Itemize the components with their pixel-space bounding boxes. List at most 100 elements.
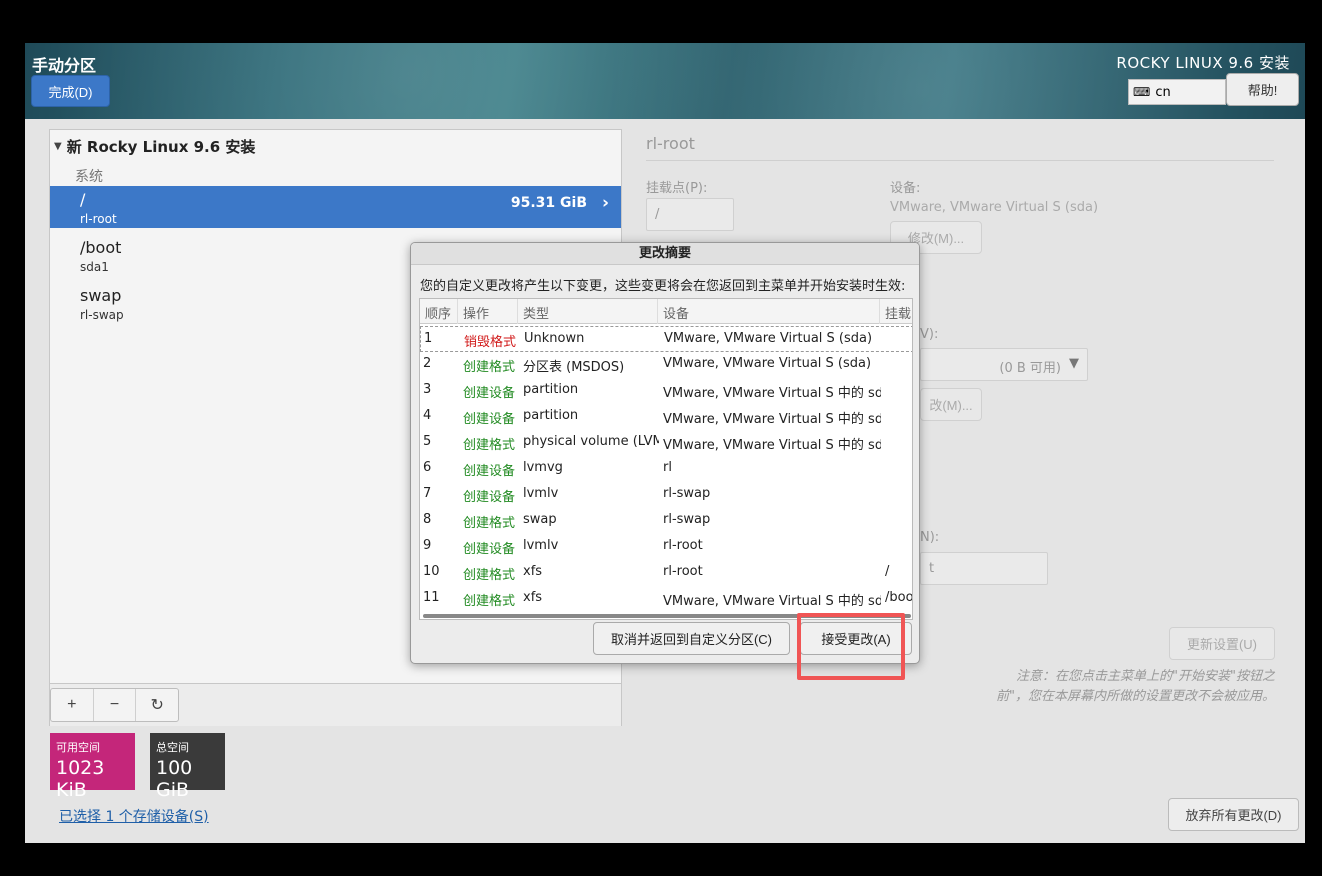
- cell-action: 创建格式: [463, 516, 516, 531]
- cell-device: rl-root: [663, 564, 703, 579]
- cell-device: VMware, VMware Virtual S 中的 sda2: [663, 438, 881, 453]
- modify-volume-group-button[interactable]: 改(M)...: [920, 388, 982, 421]
- cell-action: 创建格式: [463, 360, 516, 375]
- table-row[interactable]: 8 创建格式 swap rl-swap: [420, 508, 912, 534]
- cell-device: VMware, VMware Virtual S 中的 sda1: [663, 594, 881, 609]
- discard-all-changes-button[interactable]: 放弃所有更改(D): [1168, 798, 1299, 831]
- summary-of-changes-dialog: 更改摘要 您的自定义更改将产生以下变更，这些变更将会在您返回到主菜单并开始安装时…: [410, 242, 920, 664]
- table-row[interactable]: 7 创建设备 lvmlv rl-swap: [420, 482, 912, 508]
- spoke-title: 手动分区: [32, 56, 97, 75]
- column-header-order[interactable]: 顺序: [420, 299, 458, 324]
- mount-point-size: 95.31 GiB: [510, 195, 587, 211]
- cell-mount: /: [885, 564, 890, 579]
- cell-type: xfs: [523, 564, 543, 579]
- cell-order: 4: [423, 408, 432, 423]
- cell-device: rl-swap: [663, 486, 711, 501]
- cell-action: 创建格式: [463, 438, 516, 453]
- update-settings-button[interactable]: 更新设置(U): [1169, 627, 1275, 660]
- cell-device: VMware, VMware Virtual S 中的 sda2: [663, 412, 881, 427]
- install-heading[interactable]: ▼ 新 Rocky Linux 9.6 安装: [54, 136, 255, 157]
- mount-point-label: /: [80, 190, 86, 209]
- table-row[interactable]: 1 销毁格式 Unknown VMware, VMware Virtual S (sd…: [420, 326, 912, 352]
- name-field[interactable]: t: [920, 552, 1048, 585]
- cell-type: Unknown: [524, 331, 585, 346]
- dialog-title: 更改摘要: [411, 243, 919, 265]
- cell-type: partition: [523, 382, 579, 397]
- cell-action: 创建设备: [463, 542, 516, 557]
- cell-device: VMware, VMware Virtual S (sda): [664, 331, 873, 346]
- cell-order: 3: [423, 382, 432, 397]
- cell-order: 2: [423, 356, 432, 371]
- cell-action: 创建格式: [463, 568, 516, 583]
- help-button[interactable]: 帮助!: [1226, 73, 1299, 106]
- keyboard-icon: ⌨: [1133, 85, 1151, 99]
- table-row[interactable]: 10 创建格式 xfs rl-root /: [420, 560, 912, 586]
- cell-device: rl-swap: [663, 512, 711, 527]
- group-label-system: 系统: [75, 169, 103, 185]
- mount-point-field[interactable]: /: [646, 198, 734, 231]
- add-mount-point-button[interactable]: +: [51, 689, 94, 721]
- total-space-value: 100 GiB: [156, 757, 193, 801]
- keyboard-layout-indicator[interactable]: ⌨ cn: [1128, 79, 1226, 105]
- column-header-device[interactable]: 设备: [658, 299, 880, 324]
- cell-action: 创建设备: [463, 412, 516, 427]
- mount-point-toolbar: + − ↻: [50, 683, 621, 726]
- cell-type: partition: [523, 408, 579, 423]
- cell-order: 7: [423, 486, 432, 501]
- name-field-label: N):: [920, 530, 940, 545]
- column-header-type[interactable]: 类型: [518, 299, 658, 324]
- cell-type: xfs: [523, 590, 543, 605]
- table-row[interactable]: 9 创建设备 lvmlv rl-root: [420, 534, 912, 560]
- dialog-description: 您的自定义更改将产生以下变更，这些变更将会在您返回到主菜单并开始安装时生效:: [420, 279, 906, 294]
- cell-device: VMware, VMware Virtual S (sda): [663, 356, 872, 371]
- cell-order: 1: [424, 331, 433, 346]
- cell-mount: /boo: [885, 590, 913, 605]
- mount-point-label: /boot: [80, 238, 122, 257]
- toolbar-button-group: + − ↻: [50, 688, 179, 722]
- cancel-and-return-button[interactable]: 取消并返回到自定义分区(C): [593, 622, 790, 655]
- remove-mount-point-button[interactable]: −: [94, 689, 137, 721]
- total-space-label: 总空间: [156, 741, 189, 754]
- cell-order: 10: [423, 564, 440, 579]
- available-space-value: 1023 KiB: [56, 757, 105, 801]
- volume-group-select[interactable]: (0 B 可用) ▼: [920, 348, 1088, 381]
- volume-group-free: (0 B 可用): [999, 361, 1061, 376]
- table-row[interactable]: 4 创建设备 partition VMware, VMware Virtual S 中…: [420, 404, 912, 430]
- chevron-right-icon: ›: [601, 193, 609, 213]
- product-title: ROCKY LINUX 9.6 安装: [1116, 54, 1290, 72]
- selected-storage-devices-link[interactable]: 已选择 1 个存储设备(S): [59, 806, 209, 826]
- cell-type: lvmvg: [523, 460, 563, 475]
- mount-point-item-root[interactable]: / rl-root 95.31 GiB ›: [50, 186, 621, 228]
- mount-point-device: rl-root: [80, 212, 117, 226]
- table-row[interactable]: 2 创建格式 分区表 (MSDOS) VMware, VMware Virtual S…: [420, 352, 912, 378]
- cell-order: 6: [423, 460, 432, 475]
- done-button[interactable]: 完成(D): [31, 75, 110, 107]
- cell-device: rl-root: [663, 538, 703, 553]
- cell-order: 11: [423, 590, 440, 605]
- cell-order: 9: [423, 538, 432, 553]
- chevron-down-icon: ▼: [1069, 356, 1079, 371]
- install-heading-label: 新 Rocky Linux 9.6 安装: [66, 138, 256, 156]
- cell-action: 创建格式: [463, 594, 516, 609]
- changes-table[interactable]: 顺序 操作 类型 设备 挂载 1 销毁格式 Unknown VMware, VMwar…: [419, 298, 913, 620]
- column-header-mount[interactable]: 挂载: [880, 299, 912, 324]
- cell-action: 销毁格式: [464, 335, 517, 350]
- refresh-icon[interactable]: ↻: [136, 689, 178, 721]
- table-row[interactable]: 3 创建设备 partition VMware, VMware Virtual S 中…: [420, 378, 912, 404]
- total-space-tile: 总空间 100 GiB: [150, 733, 225, 801]
- device-value: VMware, VMware Virtual S (sda): [890, 200, 1099, 215]
- table-row[interactable]: 5 创建格式 physical volume (LVM) VMware, VMware…: [420, 430, 912, 456]
- table-header: 顺序 操作 类型 设备 挂载: [420, 299, 912, 324]
- column-header-action[interactable]: 操作: [458, 299, 518, 324]
- mount-point-field-label: 挂载点(P):: [646, 181, 708, 196]
- cell-type: physical volume (LVM): [523, 434, 659, 449]
- mount-point-label: swap: [80, 286, 122, 305]
- table-row[interactable]: 6 创建设备 lvmvg rl: [420, 456, 912, 482]
- detail-divider: [646, 160, 1274, 161]
- table-row[interactable]: 11 创建格式 xfs VMware, VMware Virtual S 中的 sda…: [420, 586, 913, 612]
- cell-type: 分区表 (MSDOS): [523, 360, 625, 375]
- cell-type: lvmlv: [523, 538, 559, 553]
- cell-order: 5: [423, 434, 432, 449]
- cell-type: swap: [523, 512, 557, 527]
- cell-type: lvmlv: [523, 486, 559, 501]
